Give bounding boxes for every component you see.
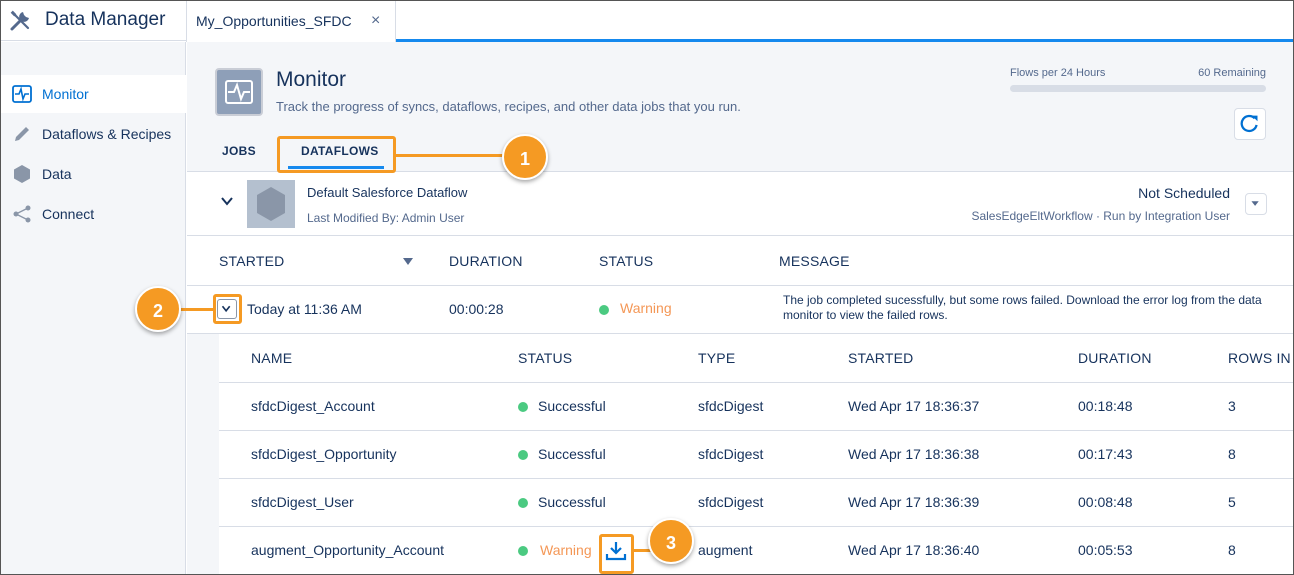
refresh-button[interactable] bbox=[1234, 108, 1266, 140]
sidebar-item-label: Data bbox=[42, 166, 72, 182]
column-header-started[interactable]: STARTED bbox=[219, 253, 284, 269]
schedule-status: Not Scheduled bbox=[1138, 185, 1230, 201]
chevron-down-icon[interactable] bbox=[220, 194, 234, 208]
sidebar-item-label: Dataflows & Recipes bbox=[42, 126, 172, 142]
tab-label: My_Opportunities_SFDC bbox=[196, 13, 352, 29]
status-dot bbox=[599, 305, 609, 315]
job-duration: 00:00:28 bbox=[449, 301, 504, 317]
dataflow-row: Default Salesforce Dataflow Last Modifie… bbox=[187, 172, 1293, 236]
node-type: sfdcDigest bbox=[698, 494, 764, 510]
status-dot bbox=[518, 546, 528, 556]
column-header-status: STATUS bbox=[599, 253, 654, 269]
column-header-status: STATUS bbox=[518, 350, 573, 366]
node-started: Wed Apr 17 18:36:39 bbox=[848, 494, 980, 510]
sidebar-item-dataflows-recipes[interactable]: Dataflows & Recipes bbox=[1, 115, 186, 153]
callout-connector bbox=[396, 154, 504, 157]
status-dot bbox=[518, 498, 528, 508]
flows-remaining: 60 Remaining bbox=[1198, 67, 1266, 79]
node-status: Successful bbox=[538, 494, 606, 510]
monitor-pulse-icon bbox=[215, 68, 263, 116]
dataflow-thumbnail bbox=[247, 180, 295, 228]
node-status: Warning bbox=[540, 542, 592, 558]
sidebar-item-connect[interactable]: Connect bbox=[1, 195, 186, 233]
column-header-duration: DURATION bbox=[449, 253, 523, 269]
app-frame: Data Manager My_Opportunities_SFDC × Mon… bbox=[0, 0, 1294, 575]
flows-label: Flows per 24 Hours bbox=[1010, 67, 1106, 79]
node-rows-in: 8 bbox=[1228, 446, 1236, 462]
divider bbox=[219, 478, 1293, 479]
node-type: sfdcDigest bbox=[698, 446, 764, 462]
callout-badge: 3 bbox=[648, 518, 694, 564]
divider bbox=[219, 382, 1293, 383]
callout-badge: 1 bbox=[502, 134, 548, 180]
node-status: Successful bbox=[538, 446, 606, 462]
monitor-pulse-icon bbox=[12, 85, 32, 103]
sidebar-item-monitor[interactable]: Monitor bbox=[1, 75, 186, 113]
hexagon-icon bbox=[14, 165, 30, 183]
dataflow-modified: Last Modified By: Admin User bbox=[307, 211, 465, 225]
page-subtitle: Track the progress of syncs, dataflows, … bbox=[276, 99, 741, 114]
page-title: Monitor bbox=[276, 68, 347, 91]
node-started: Wed Apr 17 18:36:38 bbox=[848, 446, 980, 462]
job-started: Today at 11:36 AM bbox=[247, 301, 362, 317]
divider bbox=[219, 430, 1293, 431]
node-name: augment_Opportunity_Account bbox=[251, 542, 445, 558]
share-nodes-icon bbox=[13, 205, 31, 223]
flows-progress-bar bbox=[1010, 85, 1266, 92]
node-rows-in: 8 bbox=[1228, 542, 1236, 558]
close-icon[interactable]: × bbox=[371, 12, 380, 30]
node-name: sfdcDigest_Opportunity bbox=[251, 446, 397, 462]
dataflow-menu-button[interactable] bbox=[1245, 193, 1267, 215]
column-header-duration: DURATION bbox=[1078, 350, 1152, 366]
node-rows-in: 3 bbox=[1228, 398, 1236, 414]
divider bbox=[219, 526, 1293, 527]
node-type: sfdcDigest bbox=[698, 398, 764, 414]
app-title: Data Manager bbox=[45, 9, 166, 30]
sort-down-icon[interactable] bbox=[403, 258, 413, 266]
node-duration: 00:08:48 bbox=[1078, 494, 1133, 510]
top-bar: Data Manager My_Opportunities_SFDC × bbox=[1, 1, 1293, 42]
node-type: augment bbox=[698, 542, 753, 558]
node-rows-in: 5 bbox=[1228, 494, 1236, 510]
node-duration: 00:17:43 bbox=[1078, 446, 1133, 462]
node-name: sfdcDigest_Account bbox=[251, 398, 375, 414]
node-started: Wed Apr 17 18:36:37 bbox=[848, 398, 980, 414]
job-message: The job completed sucessfully, but some … bbox=[783, 293, 1262, 322]
sidebar-item-label: Connect bbox=[42, 206, 95, 222]
node-duration: 00:18:48 bbox=[1078, 398, 1133, 414]
callout-highlight bbox=[213, 294, 242, 324]
pencil-icon bbox=[15, 127, 29, 141]
callout-badge: 2 bbox=[135, 286, 181, 332]
job-status: Warning bbox=[620, 300, 672, 316]
sidebar-item-data[interactable]: Data bbox=[1, 155, 186, 193]
workflow-info: SalesEdgeEltWorkflow · Run by Integratio… bbox=[971, 209, 1230, 223]
sidebar-item-label: Monitor bbox=[42, 86, 89, 102]
callout-highlight bbox=[277, 136, 396, 173]
column-header-message: MESSAGE bbox=[779, 253, 850, 269]
caret-down-icon bbox=[1251, 201, 1259, 206]
callout-connector bbox=[179, 308, 213, 311]
callout-highlight bbox=[599, 534, 634, 574]
status-dot bbox=[518, 450, 528, 460]
node-started: Wed Apr 17 18:36:40 bbox=[848, 542, 980, 558]
refresh-icon bbox=[1240, 114, 1258, 133]
tab-my-opportunities[interactable]: My_Opportunities_SFDC × bbox=[186, 1, 396, 42]
node-duration: 00:05:53 bbox=[1078, 542, 1133, 558]
column-header-started: STARTED bbox=[848, 350, 914, 366]
node-status: Successful bbox=[538, 398, 606, 414]
column-header-name: NAME bbox=[251, 350, 293, 366]
column-header-rows-in: ROWS IN bbox=[1228, 350, 1291, 366]
divider bbox=[187, 285, 1293, 286]
nested-indent bbox=[187, 334, 219, 574]
column-header-type: TYPE bbox=[698, 350, 736, 366]
wrench-screwdriver-icon bbox=[10, 10, 30, 31]
dataflow-name[interactable]: Default Salesforce Dataflow bbox=[307, 185, 467, 200]
tab-jobs[interactable]: JOBS bbox=[222, 144, 256, 158]
status-dot bbox=[518, 402, 528, 412]
node-name: sfdcDigest_User bbox=[251, 494, 354, 510]
